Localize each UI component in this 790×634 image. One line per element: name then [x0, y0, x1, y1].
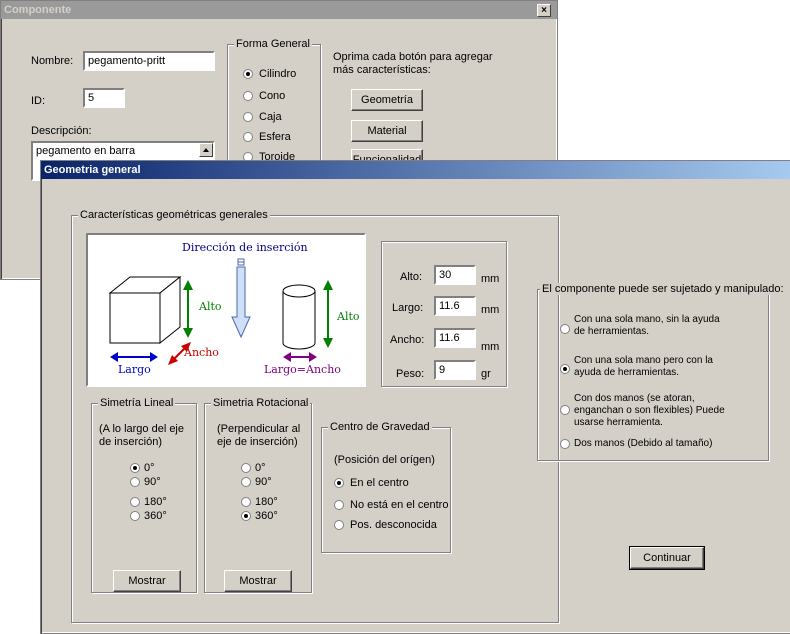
simetria-rotacional-desc2: eje de inserción)	[217, 436, 298, 448]
cube-ancho-label: Ancho	[183, 346, 219, 359]
simetria-rotacional-legend: Simetria Rotacional	[211, 397, 311, 409]
lineal-90-label: 90°	[144, 476, 161, 488]
manipulation-option-3-line2: enganchan o son flexibles) Puede	[574, 405, 725, 416]
manipulation-option-2-radio[interactable]	[560, 364, 570, 374]
centro-gravedad-legend: Centro de Gravedad	[328, 421, 432, 433]
simetria-rotacional-desc1: (Perpendicular al	[217, 423, 301, 435]
cube-alto-label: Alto	[198, 300, 222, 313]
componente-title: Componente	[4, 4, 72, 16]
forma-cilindro-label: Cilindro	[259, 68, 297, 80]
close-icon[interactable]: ×	[537, 4, 551, 17]
geometria-button[interactable]: Geometría	[351, 89, 423, 111]
shape-illustration: Dirección de inserción Alto Ancho Largo …	[86, 233, 366, 387]
manipulation-option-3-line1: Con dos manos (se atoran,	[574, 393, 695, 404]
lineal-180-radio[interactable]	[130, 497, 140, 507]
simetria-lineal-desc1: (A lo largo del eje	[99, 423, 184, 435]
cylinder-alto-label: Alto	[336, 310, 360, 323]
instruction-line2: más características:	[333, 64, 431, 76]
peso-unit: gr	[481, 368, 491, 380]
geometric-characteristics-legend: Características geométricas generales	[78, 209, 270, 221]
forma-esfera-label: Esfera	[259, 131, 291, 143]
forma-cono-radio[interactable]	[243, 91, 253, 101]
manipulation-option-1-line2: de herramientas.	[574, 326, 650, 337]
rotacional-180-label: 180°	[255, 496, 278, 508]
largo-input[interactable]: 11.6	[434, 296, 476, 316]
forma-caja-label: Caja	[259, 111, 282, 123]
rotacional-360-radio[interactable]	[241, 511, 251, 521]
gravedad-centro-radio[interactable]	[334, 478, 344, 488]
alto-input[interactable]: 30	[434, 265, 476, 285]
continuar-button[interactable]: Continuar	[629, 546, 705, 570]
lineal-0-label: 0°	[144, 462, 155, 474]
rotacional-90-radio[interactable]	[241, 477, 251, 487]
cylinder-icon	[282, 284, 316, 350]
gravedad-desconocida-label: Pos. desconocida	[350, 519, 437, 531]
peso-input[interactable]: 9	[434, 360, 476, 380]
largo-label: Largo:	[392, 302, 424, 314]
geometria-title: Geometria general	[44, 164, 141, 176]
manipulation-option-3-line3: usarse herramienta.	[574, 417, 663, 428]
gravedad-centro-label: En el centro	[350, 477, 409, 489]
peso-label: Peso:	[396, 368, 425, 380]
cube-icon	[108, 275, 182, 345]
insertion-arrow-icon	[231, 258, 251, 339]
scroll-up-icon[interactable]	[199, 143, 213, 157]
alto-label: Alto:	[400, 271, 423, 283]
insertion-direction-label: Dirección de inserción	[182, 241, 308, 254]
geometria-titlebar[interactable]: Geometria general	[41, 161, 790, 179]
nombre-label: Nombre:	[31, 55, 74, 67]
rotacional-180-radio[interactable]	[241, 497, 251, 507]
manipulation-option-2-line1: Con una sola mano pero con la	[574, 355, 713, 366]
geometria-window: Geometria general Características geomét…	[40, 160, 790, 634]
cube-largo-label: Largo	[118, 363, 151, 376]
componente-titlebar[interactable]: Componente	[1, 1, 557, 19]
gravedad-no-centro-label: No está en el centro	[350, 499, 449, 511]
forma-esfera-radio[interactable]	[243, 132, 253, 142]
simetria-lineal-desc2: de inserción)	[99, 436, 162, 448]
forma-general-group: Forma General	[227, 38, 321, 164]
nombre-input[interactable]: pegamento-pritt	[83, 51, 215, 71]
forma-cilindro-radio[interactable]	[243, 69, 253, 79]
ancho-input[interactable]: 11.6	[434, 328, 476, 348]
manipulation-option-2-line2: ayuda de herramientas.	[574, 367, 680, 378]
forma-caja-radio[interactable]	[243, 112, 253, 122]
descripcion-label: Descripción:	[31, 125, 92, 137]
simetria-lineal-legend: Simetría Lineal	[98, 397, 176, 409]
instruction-line1: Oprima cada botón para agregar	[333, 51, 493, 63]
forma-general-legend: Forma General	[234, 38, 312, 50]
id-label: ID:	[31, 95, 46, 107]
rotacional-0-radio[interactable]	[241, 463, 251, 473]
centro-gravedad-group: Centro de Gravedad	[321, 421, 451, 553]
manipulation-option-3-radio[interactable]	[560, 405, 570, 415]
material-button[interactable]: Material	[351, 120, 423, 142]
rotacional-360-label: 360°	[255, 510, 278, 522]
manipulation-option-1-radio[interactable]	[560, 324, 570, 334]
rotacional-0-label: 0°	[255, 462, 266, 474]
manipulation-option-4-line1: Dos manos (Debido al tamaño)	[574, 438, 713, 449]
descripcion-text: pegamento en barra	[36, 145, 136, 157]
cylinder-largo-ancho-label: Largo=Ancho	[264, 363, 341, 376]
lineal-90-radio[interactable]	[130, 477, 140, 487]
id-input[interactable]: 5	[83, 88, 125, 108]
gravedad-no-centro-radio[interactable]	[334, 500, 344, 510]
rotacional-mostrar-button[interactable]: Mostrar	[224, 570, 292, 592]
ancho-label: Ancho:	[390, 334, 425, 346]
manipulation-option-4-radio[interactable]	[560, 439, 570, 449]
lineal-360-label: 360°	[144, 510, 167, 522]
illustration-drawing: Dirección de inserción Alto Ancho Largo …	[108, 241, 360, 376]
alto-unit: mm	[481, 273, 500, 285]
lineal-0-radio[interactable]	[130, 463, 140, 473]
manipulation-option-1-line1: Con una sola mano, sin la ayuda	[574, 314, 720, 325]
largo-unit: mm	[481, 304, 500, 316]
lineal-mostrar-button[interactable]: Mostrar	[113, 570, 181, 592]
manipulation-legend: El componente puede ser sujetado y manip…	[540, 283, 786, 295]
rotacional-90-label: 90°	[255, 476, 272, 488]
centro-gravedad-desc: (Posición del orígen)	[334, 454, 435, 466]
lineal-360-radio[interactable]	[130, 511, 140, 521]
forma-cono-label: Cono	[259, 90, 286, 102]
lineal-180-label: 180°	[144, 496, 167, 508]
gravedad-desconocida-radio[interactable]	[334, 520, 344, 530]
ancho-unit: mm	[481, 341, 500, 353]
